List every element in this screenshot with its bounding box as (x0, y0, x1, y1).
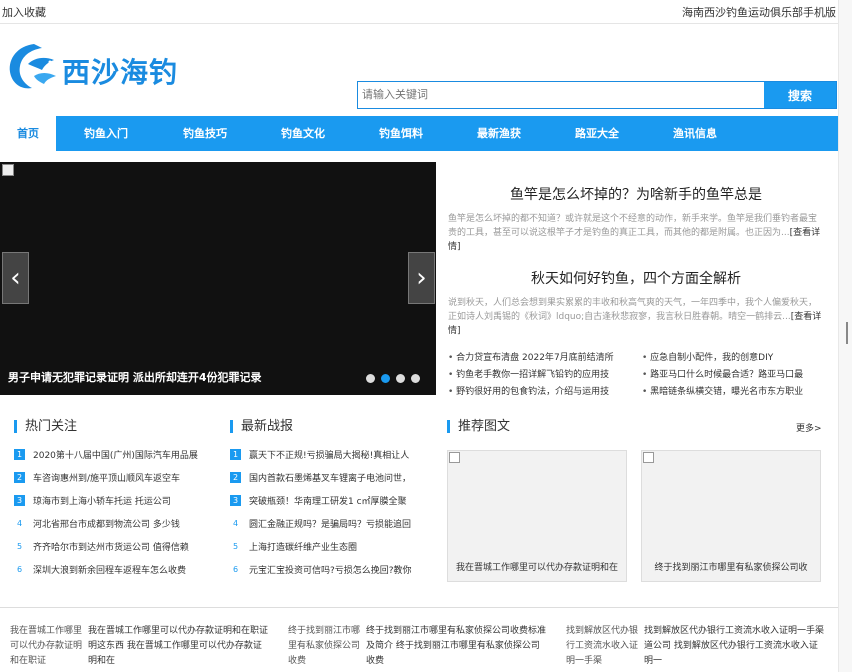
list-item[interactable]: 1 2020第十八届中国(广州)国际汽车用品展 (14, 443, 214, 466)
bottom-article[interactable]: 终于找到丽江市哪里有私家侦探公司收费 终于找到丽江市哪里有私家侦探公司收费标准及… (278, 608, 556, 672)
list-item[interactable]: 1 赢天下不正规!亏损骗局大揭秘!真相让人 (230, 443, 426, 466)
article-text[interactable]: 终于找到丽江市哪里有私家侦探公司收费标准及简介 终于找到丽江市哪里有私家侦探公司… (366, 624, 546, 669)
headline-title[interactable]: 鱼竿是怎么坏掉的？为啥新手的鱼竿总是 (448, 184, 824, 204)
picture-card-caption[interactable]: 我在晋城工作哪里可以代办存款证明和在 (447, 560, 627, 573)
main-nav: 首页 钓鱼入门 钓鱼技巧 钓鱼文化 钓鱼饵料 最新渔获 路亚大全 渔讯信息 (0, 116, 838, 151)
list-item[interactable]: 钓鱼老手教你一招详解飞铅钓的应用技 (448, 367, 630, 380)
headline-summary: 说到秋天，人们总会想到果实累累的丰收和秋高气爽的天气，一年四季中，我个人偏爱秋天… (448, 298, 822, 336)
news-section-title: 最新战报 (230, 420, 293, 433)
broken-image-icon (2, 164, 14, 176)
search-button[interactable]: 搜索 (764, 82, 836, 108)
slider-dot[interactable] (411, 374, 420, 383)
list-item[interactable]: 3 琼海市到上海小轿车托运 托运公司 (14, 489, 214, 512)
list-item[interactable]: 路亚马口什么时候最合适？路亚马口最 (642, 367, 824, 380)
mobile-version-link[interactable]: 海南西沙钓鱼运动俱乐部手机版 (682, 4, 836, 20)
list-item[interactable]: 黑暗链条纵横交错，曝光名市东方职业 (642, 384, 824, 397)
page-scrollbar[interactable] (838, 0, 852, 672)
headline-summary: 鱼竿是怎么坏掉的都不知道？或许就是这个不经意的动作，新手来学。鱼竿是我们垂钓者最… (448, 214, 821, 252)
slider-caption[interactable]: 男子申请无犯罪记录证明 派出所却连开4份犯罪记录 (8, 369, 261, 385)
image-slider[interactable]: ‹ › 男子申请无犯罪记录证明 派出所却连开4份犯罪记录 (0, 162, 436, 395)
broken-image-icon (643, 452, 654, 463)
list-item[interactable]: 3 突破瓶颈！华南理工研发1 c㎡厚膜全聚 (230, 489, 426, 512)
list-item[interactable]: 5 上海打造碳纤维产业生态圈 (230, 535, 426, 558)
nav-home[interactable]: 首页 (0, 116, 56, 151)
search-input[interactable] (358, 82, 764, 108)
list-item[interactable]: 4 河北省邢台市成都到物流公司 多少钱 (14, 512, 214, 535)
article-image-alt: 找到解放区代办银行工资流水收入证明一手渠 (566, 626, 639, 666)
list-item[interactable]: 2 车咨询惠州到/施平顶山顺风车返空车 (14, 466, 214, 489)
broken-image-icon (449, 452, 460, 463)
slider-dot[interactable] (396, 374, 405, 383)
list-item[interactable]: 4 圆汇金融正规吗？是骗局吗？亏损能追回 (230, 512, 426, 535)
bottom-article[interactable]: 我在晋城工作哪里可以代办存款证明和在职证 我在晋城工作哪里可以代办存款证明和在职… (0, 608, 278, 672)
headline-title[interactable]: 秋天如何好钓鱼，四个方面全解析 (448, 268, 824, 288)
nav-fishing-skills[interactable]: 钓鱼技巧 (156, 116, 254, 151)
list-item[interactable]: 野钓很好用的包食钓法，介绍与运用技 (448, 384, 630, 397)
bottom-article-row: 我在晋城工作哪里可以代办存款证明和在职证 我在晋城工作哪里可以代办存款证明和在职… (0, 607, 838, 672)
slider-prev-arrow[interactable]: ‹ (2, 252, 29, 304)
top-bar: 加入收藏 海南西沙钓鱼运动俱乐部手机版 (0, 0, 838, 24)
list-item[interactable]: 合力贷宣布清盘 2022年7月底前结清所 (448, 350, 630, 363)
slider-dot[interactable] (366, 374, 375, 383)
article-text[interactable]: 找到解放区代办银行工资流水收入证明一手渠道公司 找到解放区代办银行工资流水收入证… (644, 624, 824, 669)
headline-list: 合力贷宣布清盘 2022年7月底前结清所 应急自制小配件，我的创意DIY 钓鱼老… (448, 350, 824, 397)
list-item[interactable]: 6 元宝汇宝投资可信吗?亏损怎么挽回?教你 (230, 558, 426, 581)
nav-latest-catch[interactable]: 最新渔获 (450, 116, 548, 151)
headline-panel: 鱼竿是怎么坏掉的？为啥新手的鱼竿总是 鱼竿是怎么坏掉的都不知道？或许就是这个不经… (448, 162, 824, 397)
list-item[interactable]: 5 齐齐哈尔市到达州市货运公司 值得信赖 (14, 535, 214, 558)
slider-dot-active[interactable] (381, 374, 390, 383)
bottom-article[interactable]: 找到解放区代办银行工资流水收入证明一手渠 找到解放区代办银行工资流水收入证明一手… (556, 608, 838, 672)
nav-fishing-news[interactable]: 渔讯信息 (646, 116, 744, 151)
news-list: 1 赢天下不正规!亏损骗局大揭秘!真相让人 2 国内首款石墨烯基叉车锂离子电池问世，… (230, 443, 426, 581)
scrollbar-thumb[interactable] (846, 322, 848, 344)
list-item[interactable]: 2 国内首款石墨烯基叉车锂离子电池问世， (230, 466, 426, 489)
article-image-alt: 终于找到丽江市哪里有私家侦探公司收费 (288, 626, 361, 666)
pics-section-title: 推荐图文 (447, 420, 510, 433)
header: 西沙海钓 搜索 (0, 24, 838, 116)
search-box: 搜索 (357, 81, 837, 109)
add-favorite-link[interactable]: 加入收藏 (2, 4, 46, 20)
list-item[interactable]: 应急自制小配件，我的创意DIY (642, 350, 824, 363)
hot-list: 1 2020第十八届中国(广州)国际汽车用品展 2 车咨询惠州到/施平顶山顺风车返空… (14, 443, 214, 581)
list-item[interactable]: 6 深圳大浪到新余回程车返程车怎么收费 (14, 558, 214, 581)
slider-next-arrow[interactable]: › (408, 252, 435, 304)
article-image-alt: 我在晋城工作哪里可以代办存款证明和在职证 (10, 626, 83, 666)
site-name: 西沙海钓 (62, 56, 179, 89)
hot-section-title: 热门关注 (14, 420, 77, 433)
picture-card-caption[interactable]: 终于找到丽江市哪里有私家侦探公司收 (641, 560, 821, 573)
nav-fishing-culture[interactable]: 钓鱼文化 (254, 116, 352, 151)
article-text[interactable]: 我在晋城工作哪里可以代办存款证明和在职证明这东西 我在晋城工作哪里可以代办存款证… (88, 624, 268, 669)
nav-fishing-bait[interactable]: 钓鱼饵料 (352, 116, 450, 151)
slider-dots (366, 374, 420, 383)
nav-fishing-basics[interactable]: 钓鱼入门 (56, 116, 156, 151)
nav-lure-guide[interactable]: 路亚大全 (548, 116, 646, 151)
more-link[interactable]: 更多> (796, 421, 822, 434)
